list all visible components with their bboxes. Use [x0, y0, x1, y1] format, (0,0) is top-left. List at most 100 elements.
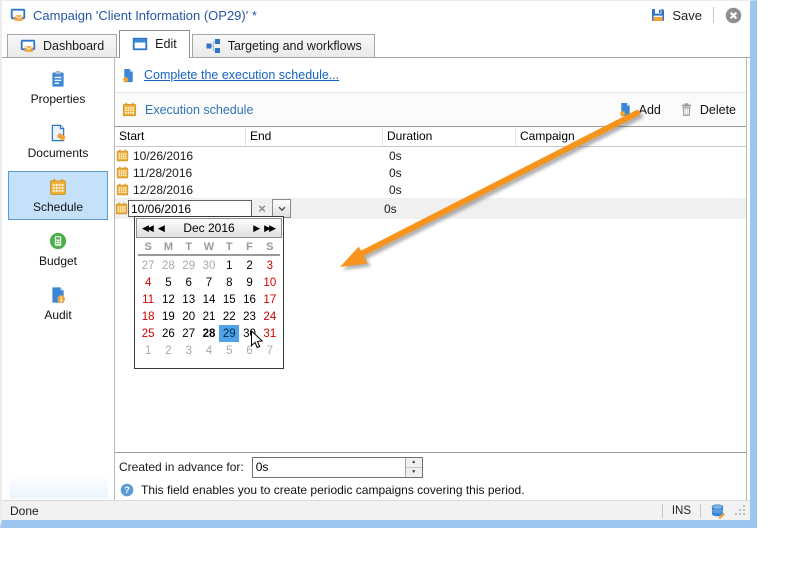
- tab-targeting-and-workflows[interactable]: Targeting and workflows: [191, 34, 375, 57]
- complete-schedule-link[interactable]: Complete the execution schedule...: [144, 68, 339, 82]
- sidebar-item-label: Schedule: [32, 200, 84, 214]
- calendar-day[interactable]: 12: [158, 291, 178, 308]
- spinner-up-button[interactable]: ▲: [405, 457, 422, 468]
- delete-button[interactable]: Delete: [679, 102, 736, 117]
- calendar-day[interactable]: 27: [179, 325, 199, 342]
- calendar-day[interactable]: 5: [158, 274, 178, 291]
- calendar-day[interactable]: 6: [239, 342, 259, 359]
- sidebar-item-schedule[interactable]: Schedule: [8, 171, 108, 220]
- prev-month-icon[interactable]: ◀: [158, 223, 165, 233]
- add-button[interactable]: Add: [618, 102, 661, 117]
- sidebar: Properties Documents Schedule Budget Audit: [2, 58, 114, 500]
- calendar-day[interactable]: 24: [260, 308, 280, 325]
- calendar-day[interactable]: 28: [158, 257, 178, 274]
- column-header-start[interactable]: Start: [115, 128, 246, 146]
- calendar-day[interactable]: 10: [260, 274, 280, 291]
- calendar-day[interactable]: 26: [158, 325, 178, 342]
- calendar-day[interactable]: 3: [179, 342, 199, 359]
- calendar-day[interactable]: 25: [138, 325, 158, 342]
- calendar-day[interactable]: 17: [260, 291, 280, 308]
- tab-strip: Dashboard Edit Targeting and workflows: [2, 29, 750, 58]
- next-month-icon[interactable]: ▶: [253, 223, 260, 233]
- statusbar-separator: [661, 503, 663, 518]
- calendar-day[interactable]: 30: [199, 257, 219, 274]
- calendar-day[interactable]: 13: [179, 291, 199, 308]
- calendar-day[interactable]: 8: [219, 274, 239, 291]
- advance-input[interactable]: [252, 457, 405, 477]
- advance-input-wrap: ▲ ▼: [251, 456, 423, 478]
- calendar-day[interactable]: 22: [219, 308, 239, 325]
- calendar-day[interactable]: 11: [138, 291, 158, 308]
- calendar-day[interactable]: 2: [239, 257, 259, 274]
- tab-edit[interactable]: Edit: [119, 30, 190, 58]
- date-edit-input[interactable]: [128, 200, 252, 217]
- column-header-end[interactable]: End: [246, 128, 383, 146]
- calendar-day[interactable]: 20: [179, 308, 199, 325]
- cell-start: 10/26/2016: [115, 149, 246, 163]
- table-row[interactable]: 11/28/2016 0s: [115, 164, 746, 181]
- calendar-day[interactable]: 7: [199, 274, 219, 291]
- calendar-day[interactable]: 3: [260, 257, 280, 274]
- prev-year-icon[interactable]: ◀◀: [142, 223, 154, 233]
- calendar-week: 18 19 20 21 22 23 24: [138, 308, 280, 325]
- schedule-icon: [116, 183, 129, 196]
- column-header-campaign[interactable]: Campaign: [516, 128, 746, 146]
- calendar-day[interactable]: 9: [239, 274, 259, 291]
- sidebar-item-label: Properties: [30, 92, 86, 106]
- calendar-day[interactable]: 30: [239, 325, 259, 342]
- delete-icon: [679, 102, 694, 117]
- sidebar-item-label: Budget: [38, 254, 78, 268]
- column-header-duration[interactable]: Duration: [383, 128, 516, 146]
- section-title: Execution schedule: [145, 102, 254, 117]
- table-row[interactable]: 10/26/2016 0s: [115, 147, 746, 164]
- calendar-day[interactable]: 7: [260, 342, 280, 359]
- sidebar-item-budget[interactable]: Budget: [8, 225, 108, 274]
- schedule-icon: [49, 178, 67, 196]
- calendar-day[interactable]: 1: [219, 257, 239, 274]
- calendar-day[interactable]: 23: [239, 308, 259, 325]
- help-icon: ?: [120, 483, 134, 497]
- calendar-week: 1234567: [138, 342, 280, 359]
- weekday-label: S: [144, 240, 152, 253]
- svg-text:?: ?: [124, 485, 130, 495]
- calendar-day[interactable]: 1: [138, 342, 158, 359]
- calendar-day[interactable]: 4: [138, 274, 158, 291]
- link-row: Complete the execution schedule...: [115, 58, 746, 92]
- calendar-day[interactable]: 15: [219, 291, 239, 308]
- table-row[interactable]: 12/28/2016 0s: [115, 181, 746, 198]
- add-label: Add: [638, 102, 661, 117]
- clear-date-icon[interactable]: ×: [252, 201, 272, 216]
- tab-dashboard[interactable]: Dashboard: [7, 34, 118, 57]
- calendar-day[interactable]: 21: [199, 308, 219, 325]
- edit-icon: [132, 36, 148, 52]
- calendar-day[interactable]: 14: [199, 291, 219, 308]
- calendar-day[interactable]: 4: [199, 342, 219, 359]
- resize-grip[interactable]: [735, 505, 746, 516]
- save-button[interactable]: Save: [650, 7, 702, 23]
- calendar-day[interactable]: 2: [158, 342, 178, 359]
- delete-label: Delete: [699, 102, 736, 117]
- spinner-down-button[interactable]: ▼: [405, 467, 422, 477]
- titlebar-separator: [713, 7, 714, 23]
- calendar-day[interactable]: 16: [239, 291, 259, 308]
- calendar-day[interactable]: 18: [138, 308, 158, 325]
- calendar-day-selected[interactable]: 29: [219, 325, 240, 342]
- sidebar-item-label: Audit: [44, 308, 72, 322]
- sidebar-item-audit[interactable]: Audit: [8, 279, 108, 328]
- properties-icon: [49, 70, 67, 88]
- close-icon[interactable]: [725, 7, 742, 24]
- sidebar-item-properties[interactable]: Properties: [8, 63, 108, 112]
- cell-start: 12/28/2016: [115, 183, 246, 197]
- calendar-day[interactable]: 31: [260, 325, 280, 342]
- calendar-day[interactable]: 19: [158, 308, 178, 325]
- page: Campaign 'Client Information (OP29)' * S…: [0, 0, 787, 563]
- calendar-day[interactable]: 6: [179, 274, 199, 291]
- info-row: ? This field enables you to create perio…: [120, 483, 525, 497]
- calendar-day[interactable]: 29: [179, 257, 199, 274]
- execution-schedule-toolbar: Execution schedule Add Delete: [115, 92, 746, 127]
- next-year-icon[interactable]: ▶▶: [264, 223, 276, 233]
- calendar-day[interactable]: 5: [219, 342, 239, 359]
- calendar-day[interactable]: 27: [138, 257, 158, 274]
- sidebar-item-documents[interactable]: Documents: [8, 117, 108, 166]
- calendar-day[interactable]: 28: [199, 325, 219, 342]
